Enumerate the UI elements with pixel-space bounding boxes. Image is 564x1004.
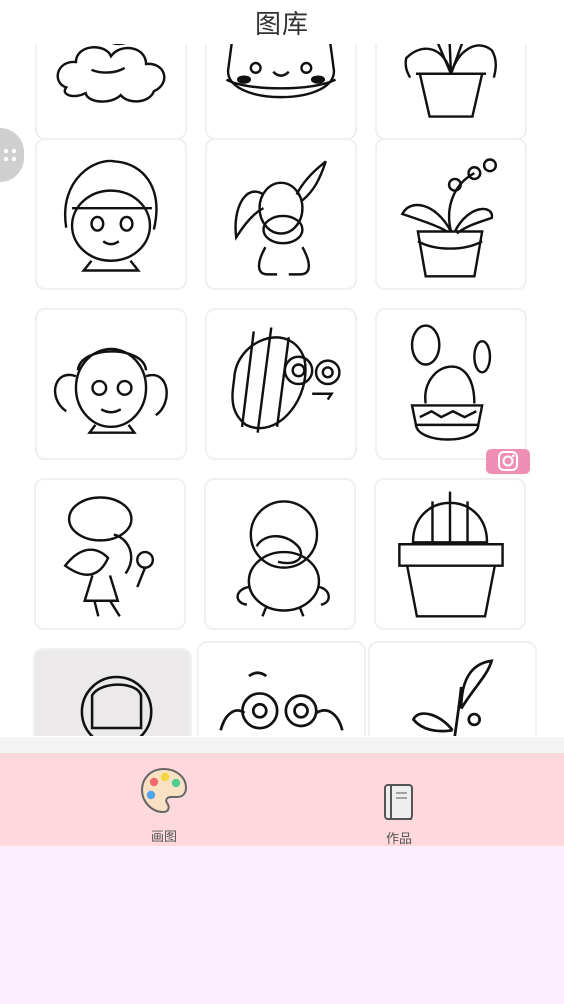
page-title: 图库: [254, 10, 309, 40]
cactus-drawing: [410, 324, 492, 441]
tabbar-divider: [0, 737, 564, 753]
donkey-drawing: [234, 160, 327, 276]
gallery-grid[interactable]: [0, 44, 564, 736]
gallery-item-cactus-big[interactable]: [374, 478, 526, 630]
fish-drawing: [231, 327, 341, 433]
frog-drawing: [219, 671, 344, 731]
girl-pigtails-drawing: [53, 347, 168, 434]
girl-bob-drawing: [63, 159, 158, 272]
camera-icon: [498, 451, 518, 471]
instagram-share-button[interactable]: [486, 449, 530, 474]
gallery-item-duck[interactable]: [204, 478, 356, 630]
tab-works[interactable]: 作品: [339, 753, 459, 847]
astronaut-drawing: [80, 675, 153, 736]
gallery-item-cactus-small[interactable]: [375, 308, 527, 460]
gallery-item-striped-fish[interactable]: [205, 308, 357, 460]
tab-works-label: 作品: [385, 832, 412, 847]
gallery-item-girl-bob[interactable]: [35, 138, 187, 290]
book-icon: [384, 784, 413, 820]
fishbowl-drawing: [225, 44, 337, 99]
beret-girl-drawing: [63, 496, 155, 617]
gallery-item-sprout[interactable]: [368, 641, 537, 736]
potted-grass-drawing: [404, 44, 498, 118]
bottom-tab-bar: 画图 作品: [0, 753, 564, 847]
gallery-item-cloud[interactable]: [35, 44, 187, 140]
gallery-item-frog[interactable]: [197, 641, 366, 736]
grid-dots-icon: [3, 148, 17, 162]
sprout-drawing: [411, 659, 494, 736]
cloud-drawing: [56, 44, 166, 103]
gallery-item-fishbowl[interactable]: [205, 44, 357, 140]
gallery-item-donkey[interactable]: [205, 138, 357, 290]
title-bar: 图库: [0, 0, 564, 44]
gallery-item-beret-girl[interactable]: [34, 478, 186, 630]
orchid-drawing: [400, 158, 498, 278]
gallery-item-potted-grass[interactable]: [375, 44, 527, 140]
gallery-item-girl-pigtails[interactable]: [35, 308, 187, 460]
cactus-big-drawing: [398, 491, 504, 618]
bottom-blank-area: [0, 846, 564, 1004]
tab-draw[interactable]: 画图: [104, 753, 224, 846]
gallery-item-orchid-pot[interactable]: [375, 138, 527, 290]
palette-icon: [140, 767, 188, 814]
tab-draw-label: 画图: [150, 830, 177, 845]
duck-drawing: [236, 500, 330, 617]
gallery-item-astronaut[interactable]: [33, 648, 192, 736]
